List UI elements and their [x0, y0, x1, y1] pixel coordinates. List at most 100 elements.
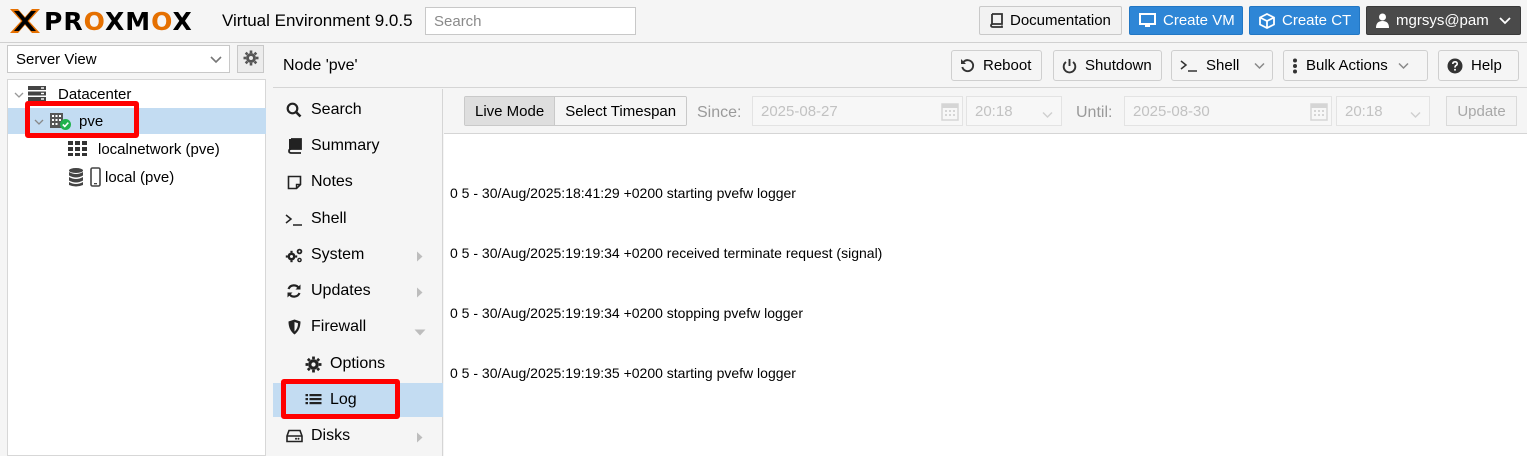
resource-tree: Datacenter pve localnetwork (pve) local …: [7, 79, 266, 456]
nav-item-firewall[interactable]: Firewall: [273, 310, 443, 344]
user-menu-button[interactable]: mgrsys@pam: [1366, 6, 1521, 35]
firewall-log-panel: Live Mode Select Timespan Since: 2025-08…: [444, 89, 1527, 456]
tree-settings-button[interactable]: [237, 45, 264, 73]
tree-item-datacenter[interactable]: Datacenter: [8, 81, 266, 107]
search-icon: [284, 102, 304, 118]
since-date-value: 2025-08-27: [761, 102, 838, 120]
until-time-value: 20:18: [1345, 102, 1383, 120]
tree-item-localnetwork[interactable]: localnetwork (pve): [8, 136, 266, 162]
create-vm-button[interactable]: Create VM: [1129, 6, 1243, 35]
monitor-icon: [1139, 13, 1156, 28]
help-button[interactable]: Help: [1438, 50, 1519, 81]
undo-icon: [960, 58, 975, 73]
until-date-value: 2025-08-30: [1133, 102, 1210, 120]
chevron-down-icon: [414, 323, 426, 341]
node-nav-menu: Search Summary Notes Shell System Update…: [273, 89, 443, 456]
nav-item-disks[interactable]: Disks: [273, 419, 443, 453]
nav-item-label: Search: [311, 101, 362, 118]
server-stack-icon: [27, 85, 47, 106]
list-icon: [303, 393, 323, 407]
cogs-icon: [284, 247, 304, 264]
live-mode-button[interactable]: Live Mode: [465, 97, 556, 125]
since-time-field[interactable]: 20:18: [966, 96, 1062, 126]
since-date-field[interactable]: 2025-08-27: [752, 96, 963, 126]
bulk-actions-button[interactable]: Bulk Actions: [1283, 50, 1428, 81]
node-header: Node 'pve' Reboot Shutdown Shell Bulk Ac…: [273, 43, 1527, 88]
nav-item-search[interactable]: Search: [273, 93, 443, 127]
resource-tree-panel: Server View Datacenter pve localnetwork …: [0, 43, 266, 456]
search-input[interactable]: [425, 7, 636, 35]
create-vm-label: Create VM: [1163, 12, 1235, 29]
create-ct-label: Create CT: [1282, 12, 1352, 29]
shield-icon: [284, 319, 304, 335]
calendar-icon[interactable]: [941, 101, 959, 124]
hdd-icon: [284, 429, 304, 443]
tree-item-label: localnetwork (pve): [98, 140, 220, 158]
select-timespan-button[interactable]: Select Timespan: [555, 97, 687, 125]
nav-item-label: System: [311, 246, 365, 263]
logo-wordmark: PROXMOX: [44, 6, 193, 36]
shell-label: Shell: [1206, 57, 1240, 74]
log-line: 0 5 - 30/Aug/2025:18:41:29 +0200 startin…: [450, 185, 796, 201]
documentation-button[interactable]: Documentation: [979, 6, 1122, 35]
terminal-icon: [1180, 59, 1198, 72]
node-online-icon: [48, 111, 72, 135]
view-selector[interactable]: Server View: [7, 45, 230, 73]
nav-item-summary[interactable]: Summary: [273, 129, 443, 163]
shutdown-label: Shutdown: [1085, 57, 1152, 74]
nav-item-firewall-log[interactable]: Log: [273, 383, 443, 417]
user-icon: [1376, 13, 1389, 28]
chevron-right-icon: [416, 249, 423, 267]
proxmox-x-icon: [10, 9, 40, 33]
nav-item-label: Summary: [311, 137, 380, 154]
grid-icon: [67, 140, 89, 161]
nav-item-label: Log: [330, 391, 357, 408]
book-icon: [989, 13, 1003, 28]
nav-item-updates[interactable]: Updates: [273, 274, 443, 308]
documentation-label: Documentation: [1010, 12, 1111, 29]
since-time-value: 20:18: [975, 102, 1013, 120]
bulk-actions-label: Bulk Actions: [1306, 57, 1388, 74]
update-button[interactable]: Update: [1446, 96, 1517, 126]
tree-item-label: pve: [79, 112, 104, 130]
calendar-icon[interactable]: [1310, 101, 1328, 124]
create-ct-button[interactable]: Create CT: [1249, 6, 1360, 35]
log-output: 0 5 - 30/Aug/2025:18:41:29 +0200 startin…: [450, 143, 882, 423]
nav-item-label: Disks: [311, 427, 351, 444]
reboot-button[interactable]: Reboot: [951, 50, 1042, 81]
nav-item-label: Notes: [311, 173, 353, 190]
tree-item-label: local (pve): [105, 168, 175, 186]
gear-icon: [303, 356, 323, 373]
cube-icon: [1259, 12, 1275, 29]
reboot-label: Reboot: [983, 57, 1032, 74]
log-line: 0 5 - 30/Aug/2025:19:19:34 +0200 stoppin…: [450, 305, 803, 321]
chevron-down-icon: [1398, 62, 1409, 70]
note-icon: [284, 175, 304, 190]
app-title: Virtual Environment 9.0.5: [222, 11, 413, 30]
top-bar: PROXMOX Virtual Environment 9.0.5 Docume…: [0, 0, 1527, 43]
tree-item-label: Datacenter: [58, 85, 132, 103]
storage-icon: [68, 167, 102, 192]
nav-item-system[interactable]: System: [273, 238, 443, 272]
nav-item-firewall-options[interactable]: Options: [273, 347, 443, 381]
shutdown-button[interactable]: Shutdown: [1053, 50, 1162, 81]
proxmox-logo: PROXMOX: [8, 6, 193, 36]
chevron-right-icon: [416, 430, 423, 448]
gear-icon: [243, 50, 259, 69]
chevron-down-icon: [14, 87, 24, 104]
nav-item-notes[interactable]: Notes: [273, 165, 443, 199]
view-selector-value: Server View: [16, 50, 97, 68]
shell-button[interactable]: Shell: [1171, 50, 1273, 81]
nav-item-shell[interactable]: Shell: [273, 202, 443, 236]
tree-item-local-storage[interactable]: local (pve): [8, 164, 266, 190]
log-toolbar: Live Mode Select Timespan Since: 2025-08…: [444, 89, 1527, 134]
chevron-down-icon[interactable]: [1254, 57, 1265, 74]
ellipsis-vertical-icon: [1292, 58, 1298, 74]
log-line: 0 5 - 30/Aug/2025:19:19:35 +0200 startin…: [450, 365, 796, 381]
tree-item-pve[interactable]: pve: [8, 108, 266, 134]
user-label: mgrsys@pam: [1396, 12, 1489, 29]
until-date-field[interactable]: 2025-08-30: [1124, 96, 1332, 126]
chevron-down-icon: [209, 52, 223, 70]
chevron-down-icon: [34, 114, 44, 131]
until-time-field[interactable]: 20:18: [1336, 96, 1430, 126]
